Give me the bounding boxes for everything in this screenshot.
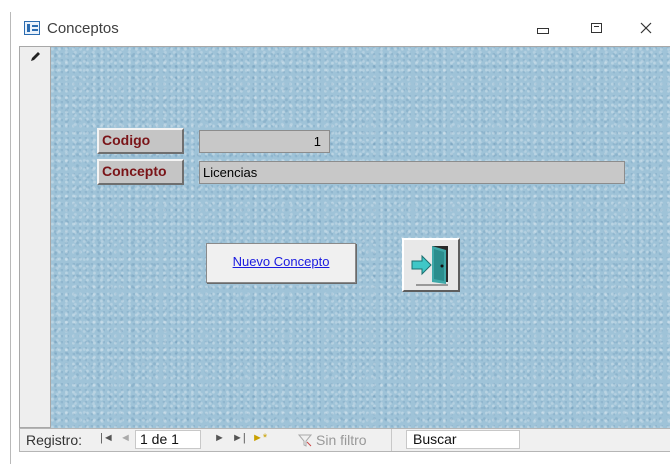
close-button[interactable] — [633, 18, 659, 38]
filter-icon — [298, 434, 312, 447]
close-icon — [640, 22, 652, 34]
search-input[interactable]: Buscar — [406, 430, 520, 449]
current-record-input[interactable]: 1 de 1 — [135, 430, 201, 449]
window-title: Conceptos — [47, 20, 119, 37]
minimize-icon — [537, 28, 549, 34]
nav-divider — [391, 429, 392, 451]
pencil-icon — [31, 52, 40, 61]
minimize-button[interactable] — [530, 18, 556, 38]
record-navigation-bar: Registro: |◄ ◄ 1 de 1 ► ►| ►* Sin filtro… — [19, 428, 670, 452]
last-record-button[interactable]: ►| — [232, 432, 246, 444]
title-bar[interactable]: Conceptos — [11, 12, 670, 44]
concepto-field[interactable]: Licencias — [199, 161, 625, 184]
form-detail-area: Codigo 1 Concepto Licencias Nuevo Concep… — [51, 46, 670, 428]
codigo-label: Codigo — [97, 128, 184, 154]
filter-status[interactable]: Sin filtro — [316, 432, 367, 448]
record-selector[interactable] — [19, 46, 51, 428]
form-window: Conceptos Codigo 1 Concepto Licencias Nu… — [10, 12, 670, 464]
exit-door-icon — [411, 246, 448, 286]
exit-button[interactable] — [402, 238, 460, 292]
next-record-button[interactable]: ► — [214, 432, 225, 444]
new-record-button[interactable]: ►* — [252, 432, 267, 444]
first-record-button[interactable]: |◄ — [100, 432, 114, 444]
concepto-label: Concepto — [97, 159, 184, 185]
nuevo-concepto-button[interactable]: Nuevo Concepto — [206, 243, 356, 283]
prev-record-button[interactable]: ◄ — [120, 432, 131, 444]
restore-icon — [590, 23, 602, 33]
maximize-button[interactable] — [583, 18, 609, 38]
form-icon — [24, 21, 40, 35]
registro-label: Registro: — [26, 432, 83, 448]
codigo-field[interactable]: 1 — [199, 130, 330, 153]
